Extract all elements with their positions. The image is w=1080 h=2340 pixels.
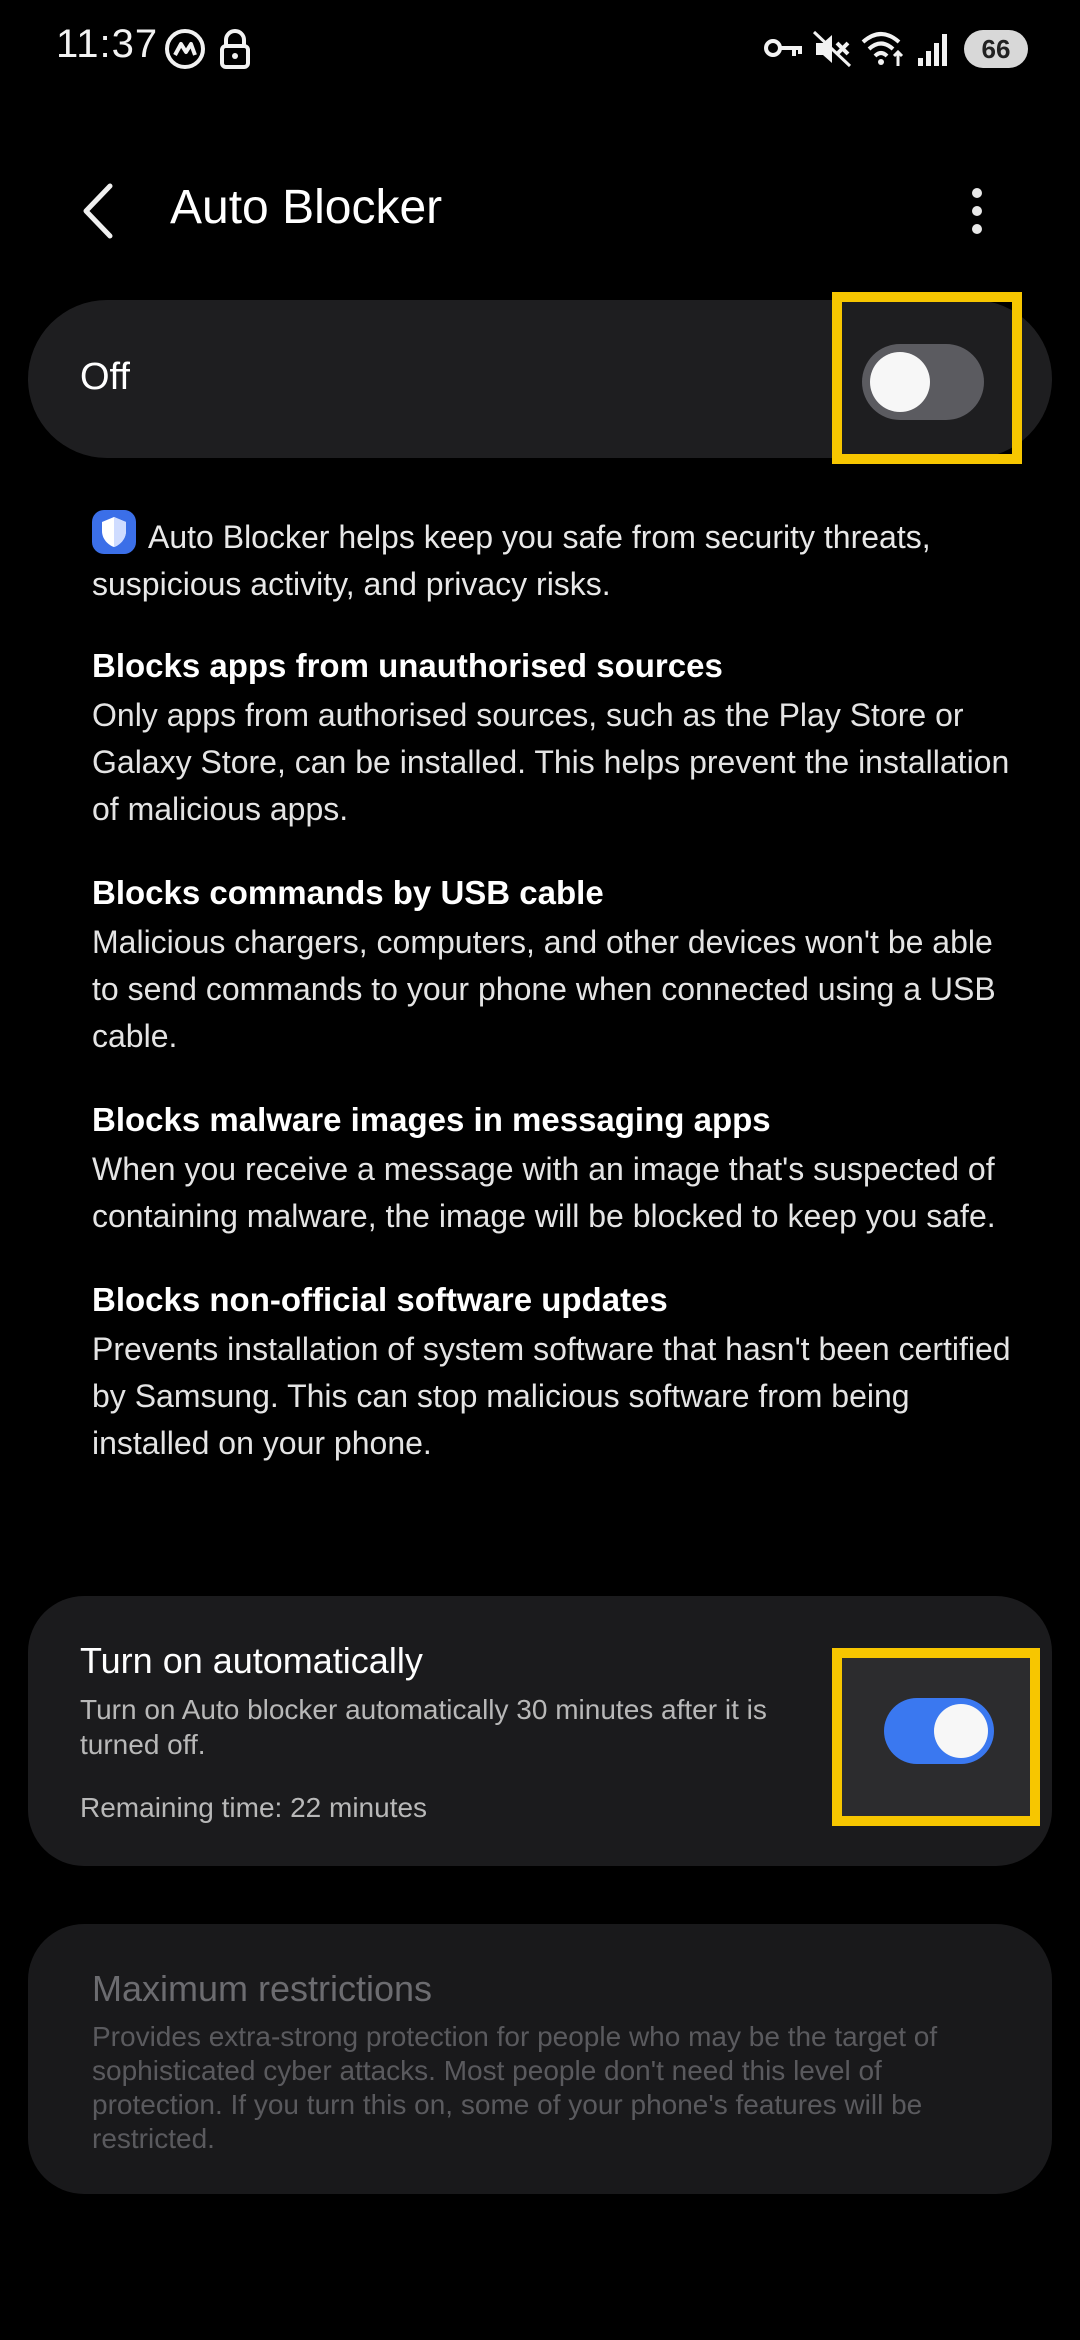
info-section: Auto Blocker helps keep you safe from se… bbox=[92, 510, 1012, 1501]
status-time: 11:37 bbox=[56, 22, 159, 66]
auto-on-toggle[interactable] bbox=[884, 1698, 994, 1764]
feature-title: Blocks non-official software updates bbox=[92, 1281, 668, 1318]
back-button[interactable] bbox=[70, 176, 130, 246]
max-restrictions-description: Provides extra-strong protection for peo… bbox=[92, 2021, 938, 2154]
feature-description: Prevents installation of system software… bbox=[92, 1331, 1011, 1461]
intro-text: Auto Blocker helps keep you safe from se… bbox=[92, 510, 1012, 608]
intro-text-content: Auto Blocker helps keep you safe from se… bbox=[92, 519, 931, 602]
feature-description: Malicious chargers, computers, and other… bbox=[92, 924, 996, 1054]
auto-on-description: Turn on Auto blocker automatically 30 mi… bbox=[80, 1694, 767, 1760]
back-arrow-icon bbox=[83, 183, 113, 239]
page-title: Auto Blocker bbox=[170, 181, 443, 234]
master-switch-label: Off bbox=[80, 356, 130, 398]
feature-title: Blocks malware images in messaging apps bbox=[92, 1101, 771, 1138]
feature-title: Blocks commands by USB cable bbox=[92, 874, 604, 911]
signal-icon bbox=[918, 34, 947, 66]
auto-on-title: Turn on automatically bbox=[80, 1640, 423, 1681]
max-restrictions-title: Maximum restrictions bbox=[92, 1968, 433, 2009]
feature-title: Blocks apps from unauthorised sources bbox=[92, 647, 723, 684]
status-bar: 11:37 66 bbox=[0, 0, 1080, 100]
messenger-icon bbox=[165, 29, 205, 69]
feature-item: Blocks malware images in messaging apps … bbox=[92, 1094, 1012, 1240]
lock-icon bbox=[220, 29, 250, 69]
wifi-icon bbox=[861, 32, 904, 66]
shield-icon bbox=[92, 510, 136, 554]
feature-description: Only apps from authorised sources, such … bbox=[92, 697, 1010, 827]
toggle-knob bbox=[870, 352, 930, 412]
max-restrictions-row: Maximum restrictions Provides extra-stro… bbox=[28, 1924, 1052, 2194]
feature-item: Blocks commands by USB cable Malicious c… bbox=[92, 867, 1012, 1060]
remaining-time: Remaining time: 22 minutes bbox=[80, 1792, 428, 1823]
feature-description: When you receive a message with an image… bbox=[92, 1151, 996, 1234]
master-toggle[interactable] bbox=[862, 344, 984, 420]
toggle-knob bbox=[934, 1704, 988, 1758]
battery-indicator: 66 bbox=[964, 30, 1028, 68]
feature-item: Blocks non-official software updates Pre… bbox=[92, 1274, 1012, 1467]
feature-item: Blocks apps from unauthorised sources On… bbox=[92, 640, 1012, 833]
vpn-key-icon bbox=[764, 39, 802, 57]
mute-icon bbox=[812, 30, 852, 68]
more-options-button[interactable] bbox=[952, 180, 1002, 240]
